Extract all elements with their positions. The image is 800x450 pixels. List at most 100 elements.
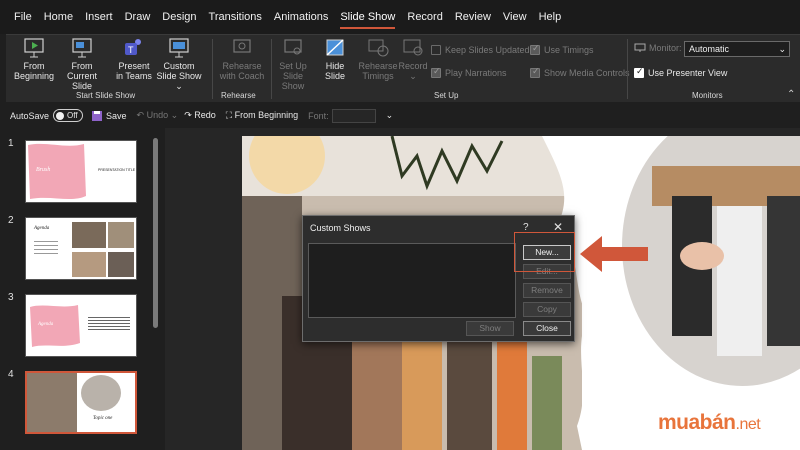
menu-design[interactable]: Design	[156, 0, 202, 34]
save-icon	[92, 110, 103, 121]
slide-thumbnail-4[interactable]: Topic one	[25, 371, 137, 434]
checkbox-box	[431, 45, 441, 55]
rehearse-with-coach-label: Rehearse with Coach	[219, 61, 265, 81]
record-label: Record	[398, 61, 428, 71]
menu-insert[interactable]: Insert	[79, 0, 119, 34]
toggle-knob	[56, 111, 65, 120]
customize-toolbar-icon[interactable]: ⌄	[386, 110, 394, 121]
use-timings-label: Use Timings	[544, 45, 594, 55]
custom-shows-list[interactable]	[308, 243, 516, 318]
slide-number: 2	[8, 215, 14, 226]
quick-access-toolbar: AutoSave Off Save ↶ Undo ⌄ ↷ Redo ⛶ From…	[0, 103, 800, 128]
record-button[interactable]: Record ⌄	[398, 37, 428, 81]
set-up-slide-show-button[interactable]: Set Up Slide Show	[273, 37, 313, 91]
rehearse-timings-button[interactable]: Rehearse Timings	[356, 37, 400, 81]
set-up-group-label: Set Up	[434, 91, 459, 100]
rehearse-with-coach-button[interactable]: Rehearse with Coach	[216, 37, 268, 81]
redo-button[interactable]: ↷ Redo	[184, 110, 216, 121]
menu-home[interactable]: Home	[38, 0, 79, 34]
from-current-slide-button[interactable]: From Current Slide	[56, 37, 108, 91]
chevron-down-icon: ⌄	[175, 81, 183, 91]
menu-file[interactable]: File	[8, 0, 38, 34]
menu-bar: File Home Insert Draw Design Transitions…	[0, 0, 800, 34]
collapse-ribbon-icon[interactable]: ⌃	[787, 89, 795, 100]
qat-from-beginning-button[interactable]: ⛶ From Beginning	[226, 110, 298, 121]
keep-slides-updated-label: Keep Slides Updated	[445, 45, 530, 55]
slide-number: 1	[8, 138, 14, 149]
hide-slide-icon	[326, 39, 344, 56]
thumbnail-photo	[108, 222, 134, 248]
checkbox-box	[634, 66, 644, 78]
slide-thumbnail-1[interactable]: Brush PRESENTATION TITLE	[25, 140, 137, 203]
thumbnail-title: Brush	[36, 167, 51, 173]
watermark-logo: muabán.net	[658, 411, 761, 435]
monitor-label: Monitor:	[649, 43, 682, 53]
thumbnail-photo-circle	[81, 375, 121, 411]
font-select[interactable]	[331, 108, 376, 123]
rehearse-group-label: Rehearse	[221, 91, 256, 100]
copy-button[interactable]: Copy	[523, 302, 571, 317]
menu-help[interactable]: Help	[533, 0, 568, 34]
use-timings-checkbox[interactable]: Use Timings	[530, 43, 594, 55]
remove-button[interactable]: Remove	[523, 283, 571, 298]
custom-slide-show-label: Custom Slide Show	[156, 61, 202, 81]
custom-slide-show-button[interactable]: Custom Slide Show ⌄	[154, 37, 204, 91]
redo-icon: ↷	[184, 110, 192, 120]
undo-label: Undo	[146, 110, 169, 120]
show-media-controls-label: Show Media Controls	[544, 68, 630, 78]
timer-icon	[368, 39, 389, 57]
watermark-brand: muabán	[658, 411, 736, 434]
new-button-highlight	[514, 232, 575, 272]
hide-slide-button[interactable]: Hide Slide	[318, 37, 352, 81]
monitor-select[interactable]: Automatic ⌄	[684, 41, 790, 57]
thumbnail-text-lines	[88, 315, 130, 332]
monitor-value: Automatic	[689, 44, 730, 54]
dialog-close-button[interactable]: Close	[523, 321, 571, 336]
chevron-down-icon: ⌄	[409, 71, 417, 81]
rehearse-timings-label: Rehearse Timings	[358, 61, 398, 81]
checkbox-box	[431, 66, 441, 78]
undo-button[interactable]: ↶ Undo ⌄	[137, 110, 179, 121]
save-label: Save	[106, 110, 127, 121]
thumbnail-text: PRESENTATION TITLE	[98, 168, 136, 172]
menu-view[interactable]: View	[497, 0, 533, 34]
qat-from-beginning-label: From Beginning	[234, 110, 299, 120]
thumbnail-title: Agenda	[38, 322, 54, 327]
menu-review[interactable]: Review	[449, 0, 497, 34]
menu-record[interactable]: Record	[401, 0, 448, 34]
play-narrations-checkbox[interactable]: Play Narrations	[431, 66, 507, 78]
thumbnail-title: Agenda	[34, 226, 50, 231]
agenda-text-lines	[34, 238, 58, 260]
record-icon	[403, 39, 423, 56]
from-current-slide-label: From Current Slide	[66, 61, 97, 91]
set-up-slide-show-label: Set Up Slide Show	[279, 61, 307, 91]
from-beginning-button[interactable]: From Beginning	[12, 37, 56, 81]
menu-draw[interactable]: Draw	[119, 0, 157, 34]
slide-number: 3	[8, 292, 14, 303]
present-in-teams-button[interactable]: T Present in Teams	[114, 37, 154, 81]
thumbnail-photo	[72, 252, 106, 277]
show-button[interactable]: Show	[466, 321, 514, 336]
slide-thumbnail-2[interactable]: Agenda	[25, 217, 137, 280]
monitors-group-label: Monitors	[692, 91, 723, 100]
pointer-arrow-icon	[580, 236, 648, 272]
slide-thumbnail-3[interactable]: Agenda	[25, 294, 137, 357]
menu-transitions[interactable]: Transitions	[203, 0, 268, 34]
menu-slide-show[interactable]: Slide Show	[334, 0, 401, 34]
play-narrations-label: Play Narrations	[445, 68, 507, 78]
start-slide-show-group-label: Start Slide Show	[76, 91, 136, 100]
redo-label: Redo	[194, 110, 216, 120]
keep-slides-updated-checkbox[interactable]: Keep Slides Updated	[431, 45, 530, 55]
ribbon-divider	[212, 39, 213, 99]
show-media-controls-checkbox[interactable]: Show Media Controls	[530, 66, 630, 78]
presentation-icon: ⛶	[225, 110, 233, 120]
setup-icon	[284, 39, 302, 55]
from-beginning-label: From Beginning	[13, 61, 55, 81]
ribbon-divider	[271, 39, 272, 99]
menu-animations[interactable]: Animations	[268, 0, 334, 34]
use-presenter-view-checkbox[interactable]: Use Presenter View	[634, 66, 728, 78]
save-button[interactable]: Save	[91, 110, 127, 122]
thumbnail-scrollbar[interactable]	[153, 138, 158, 328]
autosave-toggle[interactable]: Off	[53, 109, 84, 122]
use-presenter-view-label: Use Presenter View	[648, 68, 728, 78]
